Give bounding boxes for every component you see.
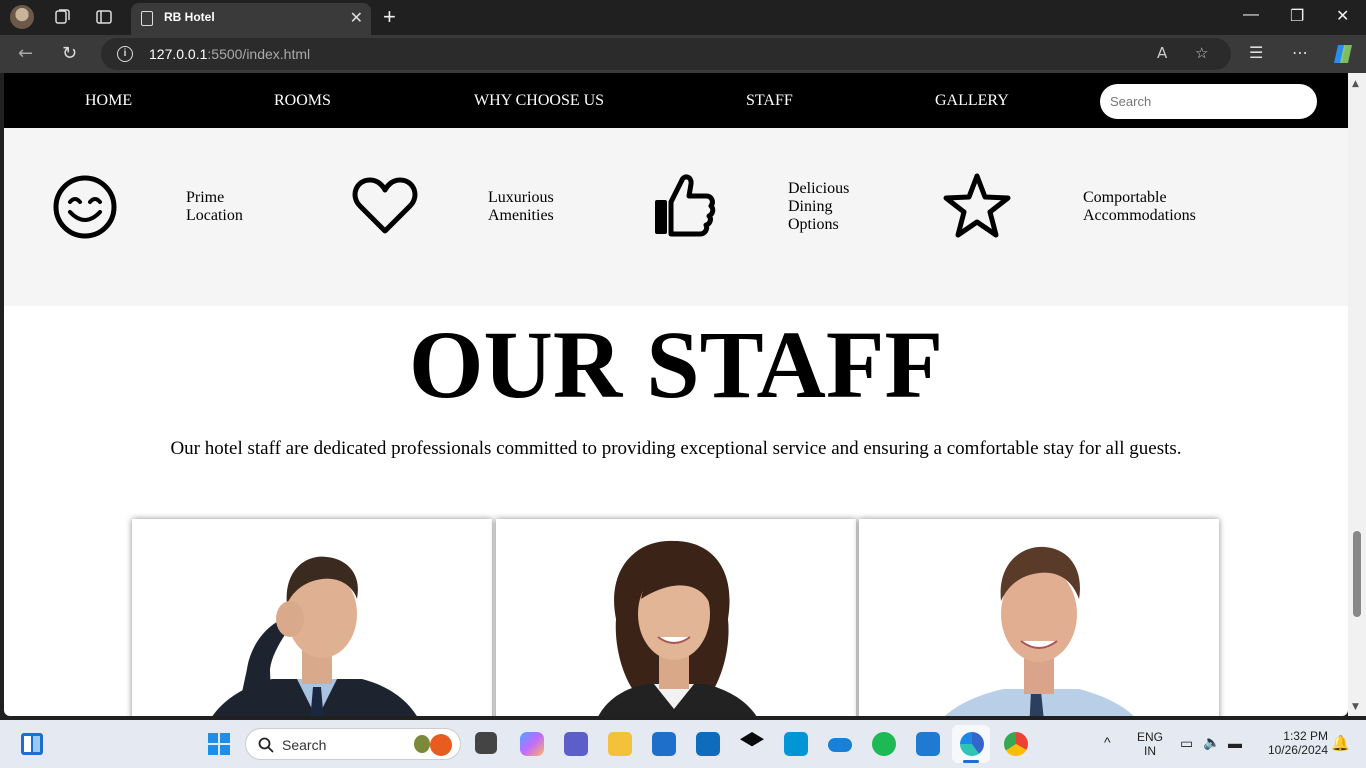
thumbs-up-icon <box>655 174 716 237</box>
taskbar-search[interactable]: Search <box>245 728 461 760</box>
close-window-icon[interactable]: ✕ <box>1336 6 1349 26</box>
feature-text-luxurious-amenities: Luxurious Amenities <box>488 189 554 224</box>
tray-overflow-icon[interactable]: ^ <box>1104 734 1111 750</box>
address-bar[interactable]: i 127.0.0.1:5500/index.html A ☆ <box>101 38 1231 70</box>
star-icon <box>943 173 1011 238</box>
page-scrollbar[interactable]: ▲ ▼ <box>1348 73 1366 716</box>
nav-staff[interactable]: STAFF <box>746 92 793 110</box>
back-icon[interactable]: ← <box>18 43 33 64</box>
chrome-icon[interactable] <box>1004 732 1028 756</box>
feature-text-accommodations: Comportable Accommodations <box>1083 189 1196 224</box>
dropbox-icon[interactable] <box>740 732 764 747</box>
profile-avatar[interactable] <box>10 5 34 29</box>
staff-description: Our hotel staff are dedicated profession… <box>170 438 1182 459</box>
edge-active-tile[interactable] <box>952 725 990 763</box>
widgets-icon[interactable] <box>20 732 44 756</box>
language-indicator[interactable]: ENG IN <box>1136 730 1164 758</box>
feature-text-prime-location: Prime Location <box>186 189 243 224</box>
search-highlight-fruit-icon <box>430 734 452 756</box>
vscode-icon[interactable] <box>916 732 940 756</box>
store-icon[interactable] <box>652 732 676 756</box>
favorite-star-icon[interactable]: ☆ <box>1195 44 1208 62</box>
browser-toolbar: ← ↻ i 127.0.0.1:5500/index.html A ☆ ☰ ⋯ <box>0 35 1366 73</box>
page-icon <box>141 11 153 26</box>
onedrive-icon[interactable] <box>828 738 852 752</box>
new-tab-icon[interactable]: + <box>383 4 396 30</box>
staff-photo-man-thinking <box>212 556 417 716</box>
search-icon <box>258 737 274 753</box>
nav-why-choose-us[interactable]: WHY CHOOSE US <box>474 92 604 110</box>
feature-text-delicious-dining: Delicious Dining Options <box>788 180 850 233</box>
favorites-icon[interactable]: ☰ <box>1249 43 1263 62</box>
file-explorer-icon[interactable] <box>608 732 632 756</box>
refresh-icon[interactable]: ↻ <box>62 43 77 64</box>
clock[interactable]: 1:32 PM 10/26/2024 <box>1256 729 1328 757</box>
network-icon[interactable]: ▭ <box>1180 735 1193 752</box>
url-text: 127.0.0.1:5500/index.html <box>149 46 311 62</box>
staff-photo-man-smiling <box>944 546 1134 716</box>
battery-icon[interactable]: ▬ <box>1228 735 1242 751</box>
scroll-down-icon[interactable]: ▼ <box>1352 702 1359 712</box>
task-view-icon[interactable] <box>475 732 497 754</box>
nav-home[interactable]: HOME <box>85 92 132 110</box>
taskbar-search-label: Search <box>282 737 327 753</box>
read-aloud-icon[interactable]: A <box>1157 44 1167 62</box>
scrollbar-thumb[interactable] <box>1353 531 1361 617</box>
minimize-icon[interactable]: — <box>1243 6 1259 24</box>
edge-icon <box>960 732 984 756</box>
workspaces-icon[interactable] <box>53 8 71 26</box>
tab-actions-icon[interactable] <box>95 8 113 26</box>
spotify-icon[interactable] <box>872 732 896 756</box>
scroll-up-icon[interactable]: ▲ <box>1352 79 1359 89</box>
copilot-app-icon[interactable] <box>520 732 544 756</box>
more-menu-icon[interactable]: ⋯ <box>1292 43 1308 62</box>
staff-photo-woman-smiling <box>598 540 757 716</box>
search-input[interactable] <box>1100 84 1317 119</box>
tab-title: RB Hotel <box>164 10 215 24</box>
staff-card-2[interactable] <box>496 519 856 716</box>
nav-gallery[interactable]: GALLERY <box>935 92 1009 110</box>
copilot-icon[interactable] <box>1332 43 1356 65</box>
site-navbar: HOME ROOMS WHY CHOOSE US STAFF GALLERY <box>4 73 1348 128</box>
site-info-icon[interactable]: i <box>117 46 133 62</box>
active-app-indicator <box>963 760 979 763</box>
staff-card-1[interactable] <box>132 519 492 716</box>
nav-rooms[interactable]: ROOMS <box>274 92 331 110</box>
tab-rb-hotel[interactable]: RB Hotel ✕ <box>131 3 371 35</box>
staff-card-3[interactable] <box>859 519 1219 716</box>
volume-icon[interactable]: 🔈 <box>1203 734 1220 751</box>
notification-bell-icon[interactable]: 🔔 <box>1331 734 1350 752</box>
windows-taskbar: Search ^ ENG IN ▭ 🔈 ▬ 1:32 PM 10/26/2024 🔔 <box>0 720 1366 768</box>
restore-icon[interactable]: ❐ <box>1290 6 1304 26</box>
smile-icon <box>53 175 117 239</box>
heart-icon <box>352 177 418 234</box>
staff-heading: OUR STAFF <box>408 311 944 418</box>
outlook-icon[interactable] <box>696 732 720 756</box>
page-viewport: HOME ROOMS WHY CHOOSE US STAFF GALLERY P… <box>4 73 1348 716</box>
start-icon[interactable] <box>207 732 231 756</box>
teams-icon[interactable] <box>564 732 588 756</box>
myhp-icon[interactable] <box>784 732 808 756</box>
tab-close-icon[interactable]: ✕ <box>350 8 363 28</box>
browser-titlebar: RB Hotel ✕ + — ❐ ✕ <box>0 0 1366 35</box>
search-highlight-icon <box>414 735 430 753</box>
features-section: Prime Location Luxurious Amenities Delicio… <box>4 128 1348 306</box>
